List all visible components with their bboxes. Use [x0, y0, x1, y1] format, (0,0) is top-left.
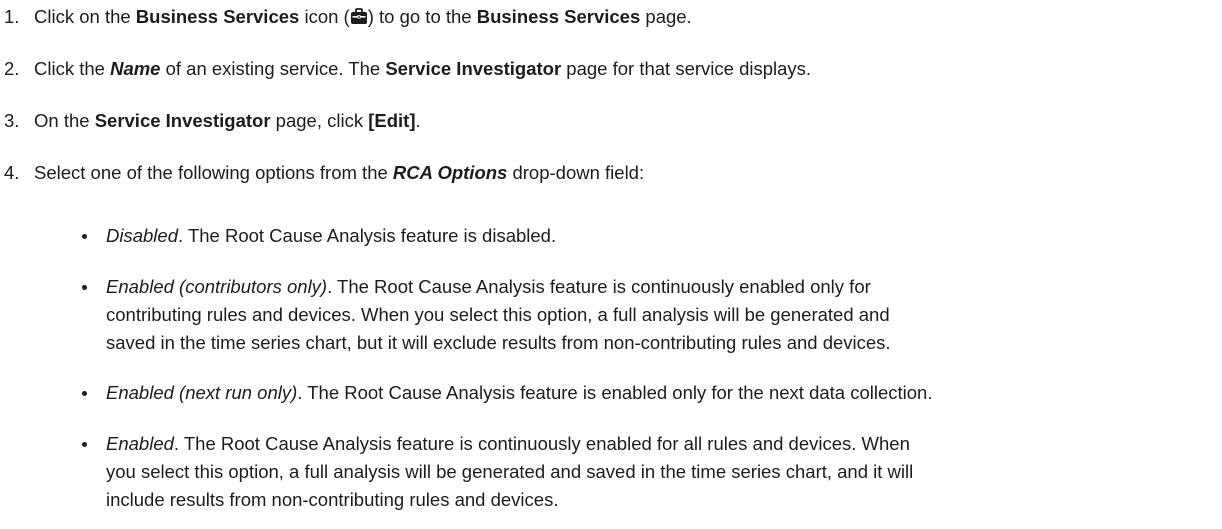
- option-name: Enabled (next run only): [106, 382, 298, 403]
- option-desc: . The Root Cause Analysis feature is ena…: [297, 382, 933, 403]
- step-text: of an existing service. The: [160, 58, 386, 79]
- option-desc: contributing rules and devices. When you…: [106, 304, 890, 325]
- ui-term: Business Services: [476, 6, 641, 27]
- step-4: 4. Select one of the following options fr…: [0, 159, 644, 187]
- step-text: page.: [640, 6, 692, 27]
- field-term: RCA Options: [392, 162, 508, 183]
- ui-term: Service Investigator: [94, 110, 271, 131]
- step-number: 2.: [4, 58, 20, 79]
- option-name: Enabled: [106, 433, 174, 454]
- briefcase-icon: [350, 8, 367, 24]
- step-1: 1. Click on the Business Services icon ()…: [0, 3, 692, 31]
- bullet-dot: [82, 234, 87, 239]
- option-desc: include results from non-contributing ru…: [106, 489, 559, 510]
- button-term: [Edit]: [368, 110, 416, 131]
- step-text: Select one of the following options from…: [34, 162, 393, 183]
- option-desc: saved in the time series chart, but it w…: [106, 332, 891, 353]
- step-text: drop-down field:: [507, 162, 645, 183]
- bullet-dot: [82, 391, 87, 396]
- document-page: 1. Click on the Business Services icon ()…: [0, 0, 1222, 529]
- step-text: ) to go to the: [367, 6, 477, 27]
- step-3: 3. On the Service Investigator page, clic…: [0, 107, 421, 135]
- bullet-dot: [82, 285, 87, 290]
- step-text: Click the: [34, 58, 111, 79]
- step-number: 4.: [4, 162, 20, 183]
- list-item: Enabled (next run only). The Root Cause …: [82, 379, 1212, 407]
- ui-term: Service Investigator: [385, 58, 562, 79]
- bullet-dot: [82, 442, 87, 447]
- ui-term: Business Services: [135, 6, 300, 27]
- option-desc: . The Root Cause Analysis feature is con…: [173, 433, 910, 454]
- option-desc: you select this option, a full analysis …: [106, 461, 914, 482]
- option-name: Enabled (contributors only): [106, 276, 328, 297]
- step-text: Click on the: [34, 6, 136, 27]
- step-text: On the: [34, 110, 95, 131]
- list-item: Disabled. The Root Cause Analysis featur…: [82, 222, 1212, 250]
- option-desc: . The Root Cause Analysis feature is dis…: [178, 225, 557, 246]
- list-item: Enabled (contributors only). The Root Ca…: [82, 273, 1212, 357]
- step-text: .: [415, 110, 421, 131]
- field-term: Name: [110, 58, 161, 79]
- step-text: page for that service displays.: [561, 58, 812, 79]
- list-item: Enabled. The Root Cause Analysis feature…: [82, 430, 1212, 514]
- option-name: Disabled: [106, 225, 178, 246]
- step-number: 3.: [4, 110, 20, 131]
- step-number: 1.: [4, 6, 20, 27]
- step-text: icon (: [299, 6, 350, 27]
- option-desc: . The Root Cause Analysis feature is con…: [327, 276, 871, 297]
- step-text: page, click: [270, 110, 369, 131]
- step-2: 2. Click the Name of an existing service.…: [0, 55, 811, 83]
